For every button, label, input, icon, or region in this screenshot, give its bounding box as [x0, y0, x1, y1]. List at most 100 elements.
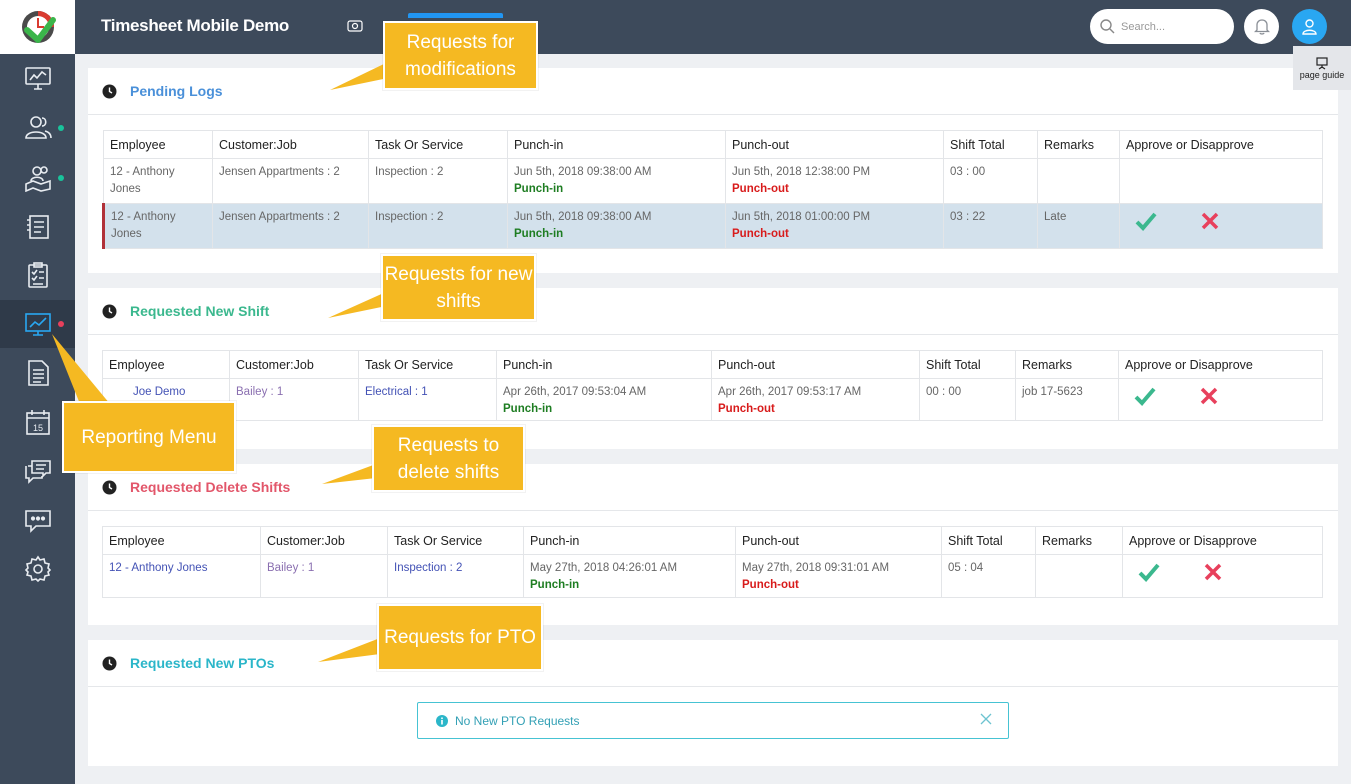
sidebar-item-documents[interactable]	[0, 349, 75, 397]
top-nav-tab-active[interactable]	[408, 13, 503, 18]
sidebar-item-settings[interactable]	[0, 545, 75, 593]
punch-out-cell: Apr 26th, 2017 09:53:17 AM Punch-out	[711, 378, 920, 421]
search-box[interactable]	[1090, 9, 1234, 44]
task-link[interactable]: Inspection : 2	[394, 562, 462, 574]
sidebar-item-reporting[interactable]	[0, 300, 75, 348]
punch-in-label: Punch-in	[514, 183, 564, 195]
column-header[interactable]: Remarks	[1037, 130, 1120, 159]
new-shift-table: Employee Customer:Job Task Or Service Pu…	[102, 350, 1323, 421]
column-header[interactable]: Remarks	[1035, 526, 1123, 555]
table-row[interactable]: Joe Demo Bailey : 1 Electrical : 1 Apr 2…	[102, 378, 1323, 421]
column-header[interactable]: Approve or Disapprove	[1118, 350, 1323, 379]
sidebar-item-locations[interactable]	[0, 153, 75, 201]
presentation-icon	[1316, 57, 1328, 70]
approve-check-icon[interactable]	[1137, 560, 1161, 584]
sidebar-item-tasks[interactable]	[0, 251, 75, 299]
job-link[interactable]: Bailey : 1	[267, 562, 314, 574]
column-header[interactable]: Remarks	[1015, 350, 1119, 379]
column-header[interactable]: Shift Total	[919, 350, 1016, 379]
job-cell: Bailey : 1	[260, 554, 388, 598]
punch-in-cell: Apr 26th, 2017 09:53:04 AM Punch-in	[496, 378, 712, 421]
map-pin-users-icon	[24, 166, 51, 192]
app-logo[interactable]	[0, 0, 75, 54]
delete-shifts-panel: Requested Delete Shifts Employee Custome…	[88, 464, 1338, 625]
remarks-cell: job 17-5623	[1015, 378, 1119, 421]
search-icon	[1100, 19, 1115, 34]
column-header[interactable]: Task Or Service	[368, 130, 508, 159]
no-pto-alert: No New PTO Requests	[417, 702, 1009, 739]
sidebar-item-users[interactable]	[0, 103, 75, 151]
clock-icon	[102, 656, 117, 670]
sidebar: 15	[0, 0, 75, 784]
table-row[interactable]: 12 - Anthony Jones Bailey : 1 Inspection…	[102, 554, 1323, 598]
panel-title: Requested Delete Shifts	[130, 479, 291, 495]
task-cell: Inspection : 2	[368, 158, 508, 204]
punch-out-label: Punch-out	[732, 183, 789, 195]
user-avatar-button[interactable]	[1292, 9, 1327, 44]
job-cell: Bailey : 1	[229, 378, 359, 421]
approve-cell	[1122, 554, 1323, 598]
callout-delete-shifts: Requests to delete shifts	[372, 425, 525, 492]
column-header[interactable]: Employee	[102, 350, 230, 379]
sidebar-item-messages[interactable]	[0, 496, 75, 544]
punch-in-label: Punch-in	[514, 228, 564, 240]
column-header[interactable]: Punch-out	[711, 350, 920, 379]
page-guide-button[interactable]: page guide	[1293, 46, 1351, 90]
clipboard-checklist-icon	[27, 262, 48, 288]
column-header[interactable]: Approve or Disapprove	[1119, 130, 1323, 159]
clock-icon	[102, 84, 117, 98]
page-guide-label: page guide	[1299, 70, 1345, 80]
column-header[interactable]: Customer:Job	[212, 130, 369, 159]
task-link[interactable]: Electrical : 1	[365, 386, 428, 398]
approve-check-icon[interactable]	[1133, 384, 1157, 408]
column-header[interactable]: Task Or Service	[387, 526, 524, 555]
punch-in-label: Punch-in	[530, 579, 580, 591]
column-header[interactable]: Shift Total	[941, 526, 1036, 555]
table-header-row: Employee Customer:Job Task Or Service Pu…	[102, 526, 1323, 555]
column-header[interactable]: Task Or Service	[358, 350, 497, 379]
column-header[interactable]: Punch-in	[523, 526, 736, 555]
callout-modifications: Requests for modifications	[383, 21, 538, 90]
chat-icon	[24, 460, 51, 484]
svg-text:15: 15	[32, 423, 42, 433]
panel-header: Requested New Shift	[88, 288, 1338, 335]
column-header[interactable]: Punch-out	[735, 526, 942, 555]
employee-link[interactable]: 12 - Anthony Jones	[109, 562, 207, 574]
approve-cell	[1118, 378, 1323, 421]
column-header[interactable]: Approve or Disapprove	[1122, 526, 1323, 555]
panel-title: Requested New Shift	[130, 303, 270, 319]
sidebar-item-dashboard[interactable]	[0, 54, 75, 102]
table-row-selected[interactable]: 12 - Anthony Jones Jensen Appartments : …	[102, 203, 1323, 249]
money-icon[interactable]	[347, 19, 363, 33]
column-header[interactable]: Employee	[102, 526, 261, 555]
column-header[interactable]: Shift Total	[943, 130, 1038, 159]
delete-shifts-table: Employee Customer:Job Task Or Service Pu…	[102, 526, 1323, 598]
approve-check-icon[interactable]	[1134, 209, 1158, 233]
punch-out-time: Jun 5th, 2018 12:38:00 PM	[732, 166, 871, 178]
disapprove-x-icon[interactable]	[1203, 562, 1223, 582]
punch-out-cell: Jun 5th, 2018 12:38:00 PM Punch-out	[725, 158, 944, 204]
column-header[interactable]: Customer:Job	[229, 350, 359, 379]
notifications-button[interactable]	[1244, 9, 1279, 44]
shift-total-cell: 03 : 22	[943, 203, 1038, 249]
job-link[interactable]: Bailey : 1	[236, 386, 283, 398]
punch-out-time: Apr 26th, 2017 09:53:17 AM	[718, 386, 862, 398]
column-header[interactable]: Punch-in	[507, 130, 726, 159]
table-header-row: Employee Customer:Job Task Or Service Pu…	[103, 130, 1323, 159]
sidebar-item-timesheets[interactable]	[0, 202, 75, 250]
disapprove-x-icon[interactable]	[1199, 386, 1219, 406]
employee-link[interactable]: Joe Demo	[109, 384, 185, 401]
close-icon[interactable]	[980, 713, 992, 725]
disapprove-x-icon[interactable]	[1200, 211, 1220, 231]
logo-icon	[21, 11, 56, 43]
table-row[interactable]: 12 - Anthony Jones Jensen Appartments : …	[103, 158, 1323, 204]
column-header[interactable]: Punch-out	[725, 130, 944, 159]
column-header[interactable]: Employee	[103, 130, 213, 159]
reporting-chart-icon	[24, 313, 51, 336]
punch-out-cell: May 27th, 2018 09:31:01 AM Punch-out	[735, 554, 942, 598]
search-input[interactable]	[1121, 20, 1226, 33]
new-shift-panel: Requested New Shift Employee Customer:Jo…	[88, 288, 1338, 449]
column-header[interactable]: Punch-in	[496, 350, 712, 379]
column-header[interactable]: Customer:Job	[260, 526, 388, 555]
callout-pto: Requests for PTO	[377, 604, 543, 671]
